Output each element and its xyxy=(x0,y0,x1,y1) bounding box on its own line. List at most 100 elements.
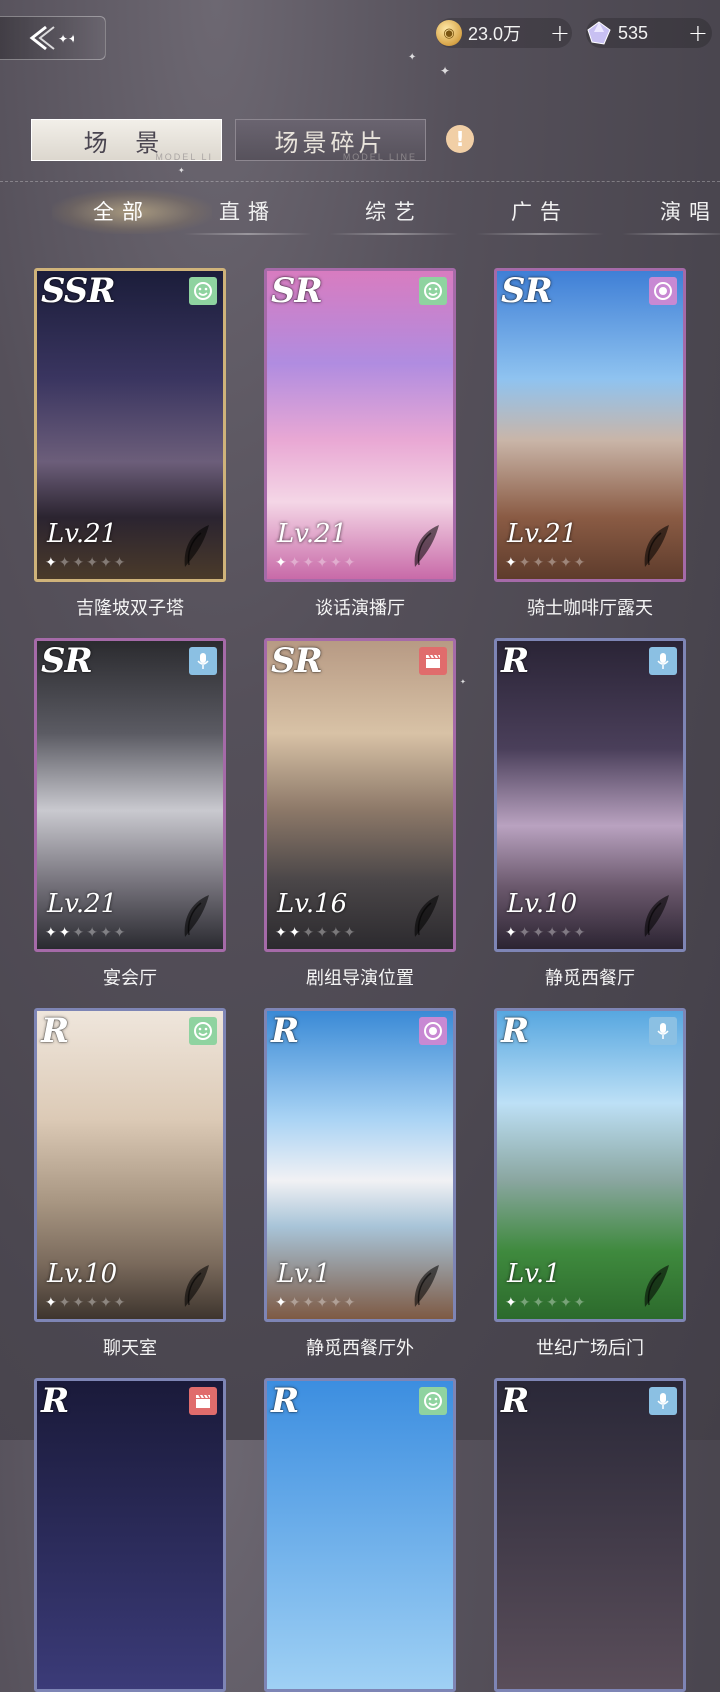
smile-icon xyxy=(189,277,217,305)
tab-scene-fragments[interactable]: 场景碎片 MODEL LINE xyxy=(235,119,426,162)
star-empty-icon: ✦ xyxy=(329,555,344,571)
level-label: Lv.1 xyxy=(507,1259,561,1289)
feather-icon xyxy=(409,1263,445,1309)
gem-balance: 535 + xyxy=(586,19,708,47)
scene-name: 骑士咖啡厅露天 xyxy=(527,598,653,619)
star-empty-icon: ✦ xyxy=(113,555,128,571)
gem-amount: 535 xyxy=(618,22,649,43)
star-empty-icon: ✦ xyxy=(316,1295,330,1311)
star-empty-icon: ✦ xyxy=(518,555,533,571)
feather-icon xyxy=(639,1263,675,1309)
rarity-label: R xyxy=(501,641,529,681)
star-filled-icon: ✦ xyxy=(45,1295,59,1311)
record-icon xyxy=(649,277,677,305)
sparkle-decoration: ✦ xyxy=(408,52,417,63)
clapperboard-icon xyxy=(189,1387,217,1415)
sparkle-decoration: ✦ xyxy=(178,166,185,175)
add-gems-button[interactable]: + xyxy=(688,19,708,47)
info-icon[interactable]: ! xyxy=(446,125,474,153)
rarity-label: R xyxy=(41,1381,69,1421)
level-label: Lv.16 xyxy=(277,889,348,919)
star-empty-icon: ✦ xyxy=(559,555,574,571)
category-concert[interactable]: 演唱 xyxy=(622,196,720,235)
record-icon xyxy=(419,1017,447,1045)
star-empty-icon: ✦ xyxy=(86,925,100,941)
scene-card[interactable]: SR Lv.21 ✦✦✦✦✦✦ 宴会厅 xyxy=(34,638,226,990)
star-empty-icon: ✦ xyxy=(546,925,560,941)
smile-icon xyxy=(419,1387,447,1415)
star-empty-icon: ✦ xyxy=(72,555,87,571)
scene-card-frame: SR Lv.21 ✦✦✦✦✦✦ xyxy=(34,638,226,952)
category-label: 全部 xyxy=(93,200,151,224)
rarity-label: R xyxy=(501,1011,529,1051)
microphone-icon xyxy=(189,647,217,675)
star-empty-icon: ✦ xyxy=(113,925,128,941)
star-empty-icon: ✦ xyxy=(113,1295,128,1311)
feather-icon xyxy=(409,523,445,569)
star-empty-icon: ✦ xyxy=(58,1295,73,1311)
star-filled-icon: ✦ xyxy=(275,1295,289,1311)
scene-card[interactable]: R xyxy=(264,1378,456,1692)
star-empty-icon: ✦ xyxy=(288,1295,303,1311)
scene-card[interactable]: R Lv.1 ✦✦✦✦✦✦ 静觅西餐厅外 xyxy=(264,1008,456,1360)
scene-name: 世纪广场后门 xyxy=(536,1338,644,1359)
scene-card[interactable]: R Lv.10 ✦✦✦✦✦✦ 静觅西餐厅 xyxy=(494,638,686,990)
star-filled-icon: ✦ xyxy=(505,555,519,571)
star-rating: ✦✦✦✦✦✦ xyxy=(45,1295,127,1311)
back-button[interactable]: ✦✦ xyxy=(0,16,106,60)
star-filled-icon: ✦ xyxy=(505,925,519,941)
scene-card[interactable]: R Lv.1 ✦✦✦✦✦✦ 世纪广场后门 xyxy=(494,1008,686,1360)
scene-card-frame: R xyxy=(494,1378,686,1692)
scene-name: 谈话演播厅 xyxy=(315,598,405,619)
rarity-label: R xyxy=(501,1381,529,1421)
scene-card[interactable]: SR Lv.21 ✦✦✦✦✦✦ 谈话演播厅 xyxy=(264,268,456,620)
scene-name: 静觅西餐厅 xyxy=(545,968,635,989)
category-all[interactable]: 全部 xyxy=(52,190,212,234)
level-label: Lv.10 xyxy=(47,1259,118,1289)
scene-card-frame: SSR Lv.21 ✦✦✦✦✦✦ xyxy=(34,268,226,582)
star-empty-icon: ✦ xyxy=(288,555,303,571)
scene-card[interactable]: R xyxy=(34,1378,226,1692)
coin-balance: ◉ 23.0万 + xyxy=(436,19,570,47)
category-live[interactable]: 直播 xyxy=(184,196,312,235)
star-empty-icon: ✦ xyxy=(546,1295,560,1311)
star-filled-icon: ✦ xyxy=(58,925,73,941)
star-filled-icon: ✦ xyxy=(288,925,303,941)
star-rating: ✦✦✦✦✦✦ xyxy=(275,555,357,571)
svg-text:✦✦: ✦✦ xyxy=(58,32,74,46)
category-ads[interactable]: 广告 xyxy=(476,196,604,235)
rarity-label: SR xyxy=(271,271,323,311)
scene-name: 聊天室 xyxy=(103,1338,157,1359)
scene-card[interactable]: R xyxy=(494,1378,686,1692)
sparkle-decoration: ✦ xyxy=(460,678,466,686)
scene-name: 剧组导演位置 xyxy=(306,968,414,989)
add-coins-button[interactable]: + xyxy=(550,19,570,47)
level-label: Lv.10 xyxy=(507,889,578,919)
scene-name: 吉隆坡双子塔 xyxy=(76,598,184,619)
star-empty-icon: ✦ xyxy=(518,1295,533,1311)
tab-scenes-watermark: MODEL LI xyxy=(155,152,213,162)
star-rating: ✦✦✦✦✦✦ xyxy=(45,555,127,571)
level-label: Lv.1 xyxy=(277,1259,331,1289)
feather-icon xyxy=(179,893,215,939)
star-empty-icon: ✦ xyxy=(573,1295,588,1311)
microphone-icon xyxy=(649,1387,677,1415)
star-empty-icon: ✦ xyxy=(532,1295,547,1311)
rarity-label: SR xyxy=(271,641,323,681)
scene-name: 静觅西餐厅外 xyxy=(306,1338,414,1359)
star-rating: ✦✦✦✦✦✦ xyxy=(505,925,587,941)
rarity-label: R xyxy=(271,1011,299,1051)
star-empty-icon: ✦ xyxy=(99,555,114,571)
star-empty-icon: ✦ xyxy=(302,925,317,941)
scene-card[interactable]: SSR Lv.21 ✦✦✦✦✦✦ 吉隆坡双子塔 xyxy=(34,268,226,620)
scene-card-frame: R xyxy=(34,1378,226,1692)
scene-card[interactable]: R Lv.10 ✦✦✦✦✦✦ 聊天室 xyxy=(34,1008,226,1360)
category-variety[interactable]: 综艺 xyxy=(330,196,458,235)
feather-icon xyxy=(409,893,445,939)
gem-icon xyxy=(586,20,612,46)
tab-scenes[interactable]: 场 景 MODEL LI xyxy=(31,119,222,162)
feather-icon xyxy=(639,893,675,939)
scene-card[interactable]: SR Lv.16 ✦✦✦✦✦✦ 剧组导演位置 xyxy=(264,638,456,990)
rarity-label: R xyxy=(41,1011,69,1051)
scene-card[interactable]: SR Lv.21 ✦✦✦✦✦✦ 骑士咖啡厅露天 xyxy=(494,268,686,620)
